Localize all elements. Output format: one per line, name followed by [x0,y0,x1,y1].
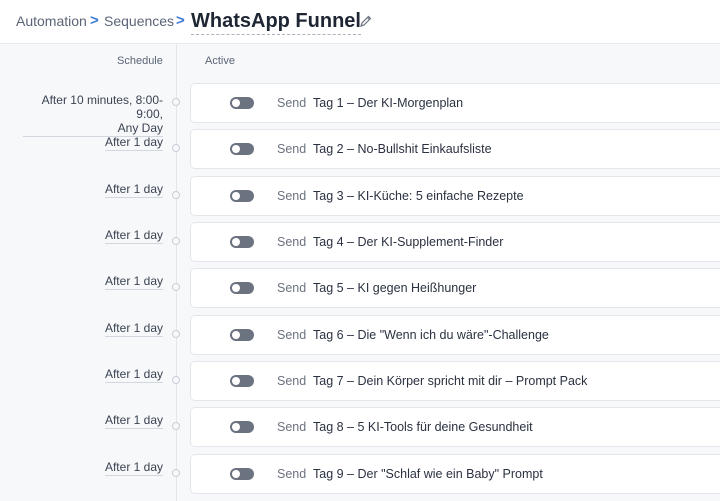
timeline-node [172,144,180,152]
timeline-node [172,422,180,430]
step-action-label: Send [277,235,307,249]
toggle-knob [232,331,240,339]
step-schedule[interactable]: After 1 day [104,367,163,383]
active-toggle[interactable] [230,236,254,248]
step-action-label: Send [277,189,307,203]
step-message-name[interactable]: Tag 4 – Der KI-Supplement-Finder [313,235,503,249]
timeline-node [172,469,180,477]
active-toggle[interactable] [230,97,254,109]
step-card[interactable]: Send Tag 8 – 5 KI-Tools für deine Gesundh… [190,407,720,447]
toggle-knob [232,423,240,431]
step-action-label: Send [277,96,307,110]
active-toggle[interactable] [230,282,254,294]
step-card[interactable]: Send Tag 9 – Der "Schlaf wie ein Baby" Pr… [190,454,720,494]
step-action-label: Send [277,328,307,342]
step-schedule-line: 9:00, [136,107,163,121]
step-action-label: Send [277,467,307,481]
step-schedule[interactable]: After 1 day [104,460,163,476]
breadcrumb-automation[interactable]: Automation [16,13,87,29]
step-card[interactable]: Send Tag 4 – Der KI-Supplement-Finder [190,222,720,262]
top-bar: Automation > Sequences > WhatsApp Funnel [0,0,720,44]
toggle-knob [232,377,240,385]
step-schedule[interactable]: After 1 day [104,413,163,429]
active-toggle[interactable] [230,468,254,480]
step-schedule[interactable]: After 1 day [104,321,163,337]
breadcrumb-sequences[interactable]: Sequences [104,13,174,29]
timeline-node [172,191,180,199]
step-message-name[interactable]: Tag 9 – Der "Schlaf wie ein Baby" Prompt [313,467,543,481]
step-action-label: Send [277,281,307,295]
timeline-divider [176,44,177,501]
breadcrumb-separator: > [176,12,185,29]
step-message-name[interactable]: Tag 3 – KI-Küche: 5 einfache Rezepte [313,189,524,203]
active-toggle[interactable] [230,375,254,387]
step-message-name[interactable]: Tag 1 – Der KI-Morgenplan [313,96,463,110]
step-card[interactable]: Send Tag 1 – Der KI-Morgenplan [190,83,720,123]
column-header-active: Active [205,55,235,67]
step-schedule[interactable]: After 10 minutes, 8:00- 9:00, Any Day [23,93,163,137]
toggle-knob [232,470,240,478]
step-message-name[interactable]: Tag 6 – Die "Wenn ich du wäre"-Challenge [313,328,549,342]
step-action-label: Send [277,374,307,388]
toggle-knob [232,238,240,246]
toggle-knob [232,284,240,292]
column-header-schedule: Schedule [117,55,163,67]
step-message-name[interactable]: Tag 8 – 5 KI-Tools für deine Gesundheit [313,420,533,434]
step-schedule[interactable]: After 1 day [104,182,163,198]
toggle-knob [232,99,240,107]
step-message-name[interactable]: Tag 7 – Dein Körper spricht mit dir – Pr… [313,374,587,388]
step-card[interactable]: Send Tag 2 – No-Bullshit Einkaufsliste [190,129,720,169]
step-card[interactable]: Send Tag 7 – Dein Körper spricht mit dir … [190,361,720,401]
step-message-name[interactable]: Tag 2 – No-Bullshit Einkaufsliste [313,142,492,156]
step-action-label: Send [277,420,307,434]
step-schedule-line: Any Day [117,121,163,135]
breadcrumb-separator: > [90,12,99,29]
timeline-node [172,98,180,106]
active-toggle[interactable] [230,190,254,202]
step-schedule-line: After 10 minutes, 8:00- [41,93,163,107]
pencil-icon[interactable] [359,14,373,28]
step-card[interactable]: Send Tag 5 – KI gegen Heißhunger [190,268,720,308]
timeline-node [172,237,180,245]
step-schedule[interactable]: After 1 day [104,274,163,290]
active-toggle[interactable] [230,143,254,155]
step-action-label: Send [277,142,307,156]
step-card[interactable]: Send Tag 6 – Die "Wenn ich du wäre"-Chall… [190,315,720,355]
timeline-node [172,376,180,384]
step-card[interactable]: Send Tag 3 – KI-Küche: 5 einfache Rezepte [190,176,720,216]
active-toggle[interactable] [230,421,254,433]
step-schedule[interactable]: After 1 day [104,135,163,151]
timeline-node [172,330,180,338]
step-message-name[interactable]: Tag 5 – KI gegen Heißhunger [313,281,476,295]
step-schedule[interactable]: After 1 day [104,228,163,244]
active-toggle[interactable] [230,329,254,341]
page-title[interactable]: WhatsApp Funnel [191,9,361,35]
toggle-knob [232,145,240,153]
timeline-node [172,283,180,291]
toggle-knob [232,192,240,200]
